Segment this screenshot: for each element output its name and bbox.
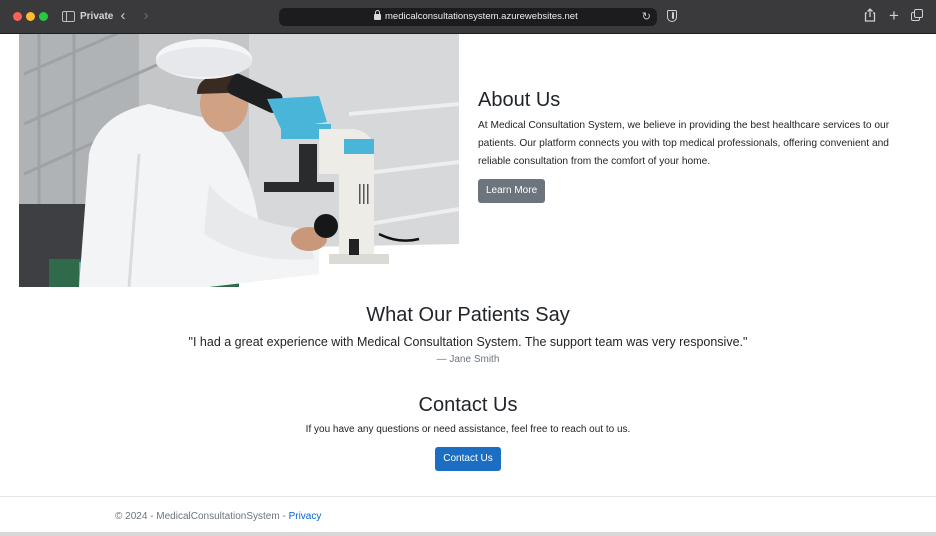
window-bottom-edge xyxy=(0,532,936,536)
address-bar[interactable]: medicalconsultationsystem.azurewebsites.… xyxy=(279,8,657,26)
minimize-window-icon[interactable] xyxy=(26,12,35,21)
testimonial-author: — Jane Smith xyxy=(436,354,500,365)
close-window-icon[interactable] xyxy=(13,12,22,21)
testimonial-quote: "I had a great experience with Medical C… xyxy=(188,335,748,349)
testimonials-heading: What Our Patients Say xyxy=(366,304,570,326)
about-body: At Medical Consultation System, we belie… xyxy=(478,120,890,167)
browser-toolbar: Private ‹ › medicalconsultationsystem.az… xyxy=(0,0,936,34)
new-tab-icon[interactable]: + xyxy=(887,7,901,24)
back-icon[interactable]: ‹ xyxy=(117,8,129,24)
about-section: About Us At Medical Consultation System,… xyxy=(478,88,918,203)
page-content: About Us At Medical Consultation System,… xyxy=(0,34,936,532)
lock-icon xyxy=(374,10,381,20)
url-text[interactable]: medicalconsultationsystem.azurewebsites.… xyxy=(385,11,578,23)
testimonials-section: What Our Patients Say "I had a great exp… xyxy=(0,302,936,367)
hero-image xyxy=(19,34,459,287)
reload-icon[interactable]: ↻ xyxy=(642,11,651,23)
contact-us-button[interactable]: Contact Us xyxy=(435,447,501,471)
contact-heading: Contact Us xyxy=(418,394,518,416)
zoom-window-icon[interactable] xyxy=(39,12,48,21)
about-heading: About Us xyxy=(478,89,561,111)
private-label: Private xyxy=(80,11,114,22)
sidebar-toggle-icon[interactable] xyxy=(62,11,75,22)
privacy-link[interactable]: Privacy xyxy=(289,511,322,522)
shield-icon[interactable] xyxy=(667,10,677,22)
forward-icon[interactable]: › xyxy=(140,8,152,24)
share-icon[interactable] xyxy=(863,8,877,25)
learn-more-button[interactable]: Learn More xyxy=(478,179,546,203)
footer-copyright: © 2024 - MedicalConsultationSystem - xyxy=(115,511,289,522)
footer: © 2024 - MedicalConsultationSystem - Pri… xyxy=(0,496,936,532)
footer-text: © 2024 - MedicalConsultationSystem - Pri… xyxy=(115,511,321,523)
contact-body: If you have any questions or need assist… xyxy=(305,424,631,435)
contact-section: Contact Us If you have any questions or … xyxy=(0,392,936,471)
